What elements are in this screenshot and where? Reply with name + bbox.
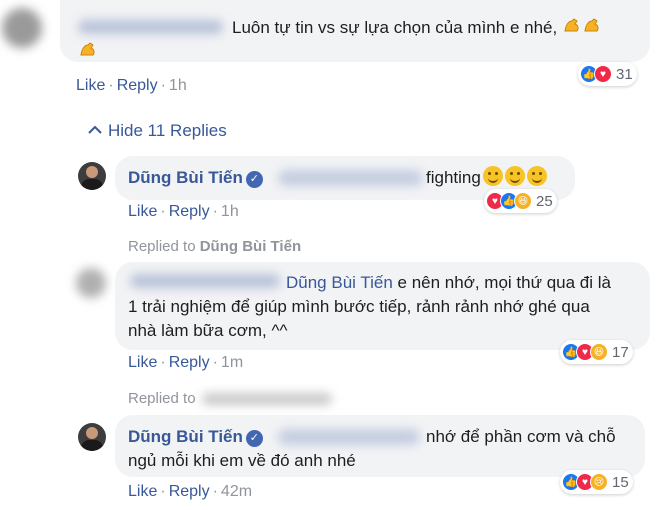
blurred-replied-to-target [202, 393, 332, 405]
comment-text: Luôn tự tin vs sự lựa chọn của mình e nh… [232, 15, 602, 41]
comment-author[interactable]: Dũng Bùi Tiến ✓ [128, 165, 263, 191]
reply-button[interactable]: Reply [117, 77, 158, 94]
replied-to-label: Replied to Dũng Bùi Tiến [128, 238, 302, 255]
avatar[interactable] [76, 268, 106, 298]
reply-button[interactable]: Reply [169, 483, 210, 500]
comment-text: 1 trải nghiệm để giúp mình bước tiếp, rả… [128, 297, 590, 316]
love-reaction-icon: ♥ [594, 65, 612, 83]
replied-to-label: Replied to [128, 390, 196, 407]
replied-to-target[interactable]: Dũng Bùi Tiến [200, 238, 301, 255]
blurred-author-name [130, 274, 280, 288]
flexed-biceps-icon [584, 18, 599, 32]
avatar[interactable] [78, 423, 106, 451]
comment-text: Dũng Bùi Tiến e nên nhớ, mọi thứ qua đi … [286, 273, 611, 292]
timestamp[interactable]: 1m [221, 354, 243, 371]
smile-emoji-icon [504, 166, 525, 186]
smile-emoji-icon [482, 166, 503, 186]
timestamp[interactable]: 1h [221, 203, 239, 220]
comment-actions: Like · Reply · 1m [128, 354, 244, 371]
mention-link[interactable]: Dũng Bùi Tiến [286, 273, 393, 292]
comment-actions: Like · Reply · 1h [128, 203, 239, 220]
haha-reaction-icon: 😆 [590, 343, 608, 361]
verified-badge-icon: ✓ [245, 171, 263, 188]
comment-text: nhớ để phần cơm và chỗ [426, 427, 616, 446]
like-button[interactable]: Like [128, 203, 157, 220]
reply-button[interactable]: Reply [169, 203, 210, 220]
comment-text: nhà làm bữa cơm, ^^ [128, 321, 288, 340]
flexed-biceps-icon [80, 42, 95, 56]
reaction-summary[interactable]: 👍 ♥ 😢 15 [560, 470, 633, 494]
sad-reaction-icon: 😢 [590, 473, 608, 491]
comment-author[interactable]: Dũng Bùi Tiến ✓ [128, 424, 263, 450]
like-button[interactable]: Like [128, 354, 157, 371]
chevron-up-icon [88, 125, 102, 134]
comment-text: ngủ mỗi khi em về đó anh nhé [128, 451, 356, 470]
reaction-count: 17 [612, 343, 629, 361]
blurred-author-name [78, 20, 223, 34]
reaction-summary[interactable]: 👍 ♥ 😆 17 [560, 340, 633, 364]
like-button[interactable]: Like [128, 483, 157, 500]
timestamp[interactable]: 42m [221, 483, 252, 500]
like-button[interactable]: Like [76, 77, 105, 94]
reaction-summary[interactable]: 👍 ♥ 31 [578, 62, 637, 86]
reaction-count: 25 [536, 192, 553, 210]
reaction-summary[interactable]: ♥ 👍 😆 25 [484, 189, 557, 213]
timestamp[interactable]: 1h [169, 77, 187, 94]
blurred-mention [278, 429, 420, 445]
avatar[interactable] [2, 8, 42, 48]
blurred-mention [278, 170, 423, 186]
comment-text: fighting [426, 165, 547, 191]
comment-actions: Like · Reply · 42m [128, 483, 253, 500]
smile-emoji-icon [526, 166, 547, 186]
comment-actions: Like · Reply · 1h [76, 77, 187, 94]
reaction-count: 31 [616, 65, 633, 83]
reaction-count: 15 [612, 473, 629, 491]
reply-button[interactable]: Reply [169, 354, 210, 371]
flexed-biceps-icon [564, 18, 579, 32]
verified-badge-icon: ✓ [245, 430, 263, 447]
avatar[interactable] [78, 162, 106, 190]
haha-reaction-icon: 😆 [514, 192, 532, 210]
hide-replies-toggle[interactable]: Hide 11 Replies [88, 121, 227, 141]
